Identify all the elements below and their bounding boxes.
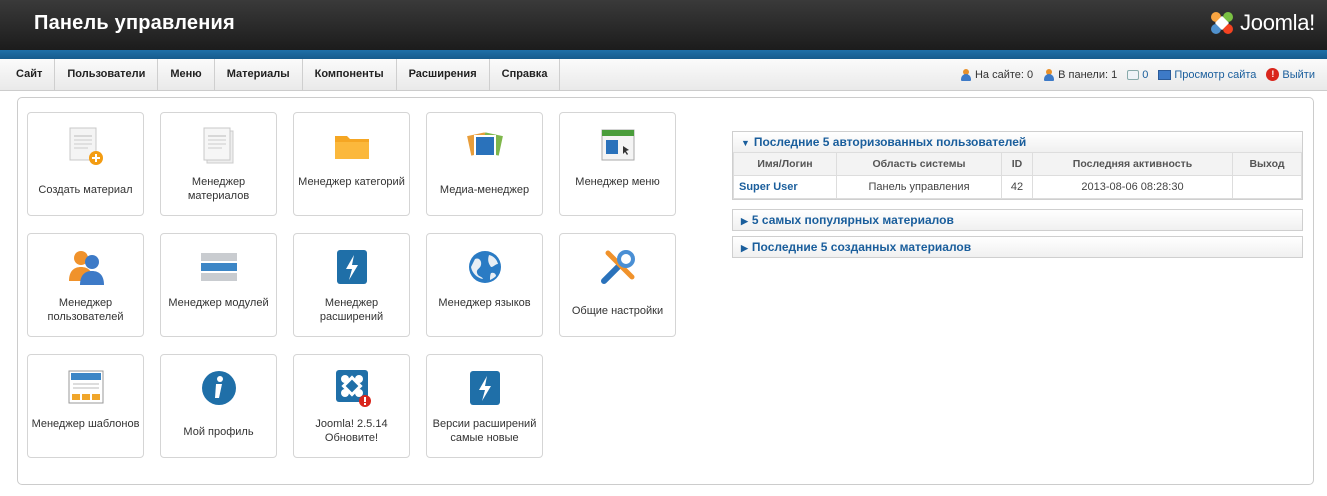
tile-article-manager[interactable]: Менеджер материалов <box>160 112 277 216</box>
triangle-down-icon: ▼ <box>741 138 750 148</box>
message-icon <box>1127 69 1140 80</box>
tile-media-manager[interactable]: Медиа-менеджер <box>426 112 543 216</box>
tile-module-manager[interactable]: Менеджер модулей <box>160 233 277 337</box>
menu-item-content[interactable]: Материалы <box>215 59 303 90</box>
user-last-activity: 2013-08-06 08:28:30 <box>1032 175 1233 199</box>
menu-item-help[interactable]: Справка <box>490 59 561 90</box>
table-row: Super User Панель управления 42 2013-08-… <box>733 175 1302 199</box>
tools-icon <box>601 250 635 284</box>
on-site-status: На сайте: 0 <box>960 68 1034 81</box>
tile-template-manager[interactable]: Менеджер шаблонов <box>27 354 144 458</box>
tile-extension-manager[interactable]: Менеджер расширений <box>293 233 410 337</box>
column-header: Имя/Логин <box>733 152 837 176</box>
panel-logged-users: ▼ Последние 5 авторизованных пользователе… <box>732 131 1303 200</box>
messages-count: 0 <box>1142 68 1149 81</box>
modules-icon <box>201 253 237 281</box>
on-site-text: На сайте: 0 <box>974 68 1034 81</box>
in-panel-text: В панели: 1 <box>1058 68 1118 81</box>
tile-label: Мой профиль <box>183 426 254 438</box>
joomla-logo: Joomla! <box>1208 9 1315 37</box>
panel-header-logged-users[interactable]: ▼ Последние 5 авторизованных пользователе… <box>733 132 1302 152</box>
header: Панель управления Joomla! <box>0 0 1327 50</box>
menu-item-extensions[interactable]: Расширения <box>397 59 490 90</box>
column-header: ID <box>1001 152 1033 176</box>
globe-icon <box>469 251 501 283</box>
user-name-link[interactable]: Super User <box>733 175 837 199</box>
in-panel-status: В панели: 1 <box>1043 68 1118 81</box>
tile-label: Версии расширений самые новые <box>432 418 537 444</box>
view-site-text: Просмотр сайта <box>1174 68 1257 81</box>
triangle-right-icon: ▶ <box>741 216 748 226</box>
tile-label: Менеджер пользователей <box>47 297 124 323</box>
panel-popular: ▶ 5 самых популярных материалов <box>732 209 1303 231</box>
tile-label: Менеджер модулей <box>168 297 269 309</box>
tile-menu-manager[interactable]: Менеджер меню <box>559 112 676 216</box>
menu-item-components[interactable]: Компоненты <box>303 59 397 90</box>
user-icon <box>1043 68 1055 81</box>
panel-latest: ▶ Последние 5 созданных материалов <box>732 236 1303 258</box>
user-area: Панель управления <box>836 175 1002 199</box>
extensions-icon <box>337 250 367 284</box>
user-icon <box>960 68 972 81</box>
panel-header-popular[interactable]: ▶ 5 самых популярных материалов <box>733 210 1302 230</box>
status-bar: На сайте: 0 В панели: 1 0 Просмотр сайта… <box>960 59 1315 90</box>
tile-user-manager[interactable]: Менеджер пользователей <box>27 233 144 337</box>
main-menu: Сайт Пользователи Меню Материалы Компоне… <box>4 59 561 90</box>
menu-item-users[interactable]: Пользователи <box>55 59 159 90</box>
media-icon <box>467 132 503 157</box>
menu-bar: Сайт Пользователи Меню Материалы Компоне… <box>0 59 1327 91</box>
folder-icon <box>335 136 369 159</box>
tile-label: Joomla! 2.5.14 Обновите! <box>315 418 388 444</box>
new-article-icon <box>69 127 103 165</box>
tile-label: Менеджер меню <box>575 176 660 188</box>
control-panel: Создать материал Менеджер материалов Мен… <box>17 97 1314 485</box>
header-band <box>0 50 1327 59</box>
tile-joomla-update[interactable]: Joomla! 2.5.14 Обновите! <box>293 354 410 458</box>
joomla-logo-icon <box>1211 12 1234 34</box>
logged-users-table: Имя/Логин Область системы ID Последняя а… <box>733 152 1302 199</box>
tile-extension-update[interactable]: Версии расширений самые новые <box>426 354 543 458</box>
menu-item-menus[interactable]: Меню <box>158 59 215 90</box>
article-manager-icon <box>203 127 234 164</box>
logout-icon: ! <box>1266 68 1280 81</box>
column-header: Область системы <box>836 152 1002 176</box>
tile-label: Менеджер шаблонов <box>31 418 140 430</box>
menu-item-site[interactable]: Сайт <box>4 59 56 90</box>
tile-label: Менеджер материалов <box>187 176 250 202</box>
tile-my-profile[interactable]: Мой профиль <box>160 354 277 458</box>
table-header-row: Имя/Логин Область системы ID Последняя а… <box>733 152 1302 176</box>
user-id: 42 <box>1001 175 1033 199</box>
logo-text: Joomla! <box>1240 10 1315 35</box>
menu-manager-icon <box>601 129 635 161</box>
tile-language-manager[interactable]: Менеджер языков <box>426 233 543 337</box>
triangle-right-icon: ▶ <box>741 243 748 253</box>
view-site-link[interactable]: Просмотр сайта <box>1158 69 1256 81</box>
logout-text: Выйти <box>1282 68 1315 81</box>
column-header: Выход <box>1232 152 1302 176</box>
tile-label: Менеджер категорий <box>298 176 405 188</box>
users-icon <box>69 251 104 285</box>
tile-global-config[interactable]: Общие настройки <box>559 233 676 337</box>
joomla-update-icon <box>336 370 371 407</box>
user-logout <box>1232 175 1302 199</box>
logout-link[interactable]: ! Выйти <box>1266 68 1315 81</box>
column-header: Последняя активность <box>1032 152 1233 176</box>
tile-label: Менеджер языков <box>438 297 531 309</box>
page-title: Панель управления <box>34 12 235 34</box>
tile-label: Общие настройки <box>571 305 664 317</box>
tile-label: Создать материал <box>38 184 133 196</box>
panel-title: Последние 5 авторизованных пользователей <box>753 135 1027 149</box>
messages-link[interactable]: 0 <box>1127 69 1148 81</box>
panel-title: Последние 5 созданных материалов <box>751 240 972 254</box>
template-icon <box>68 370 104 404</box>
tile-new-article[interactable]: Создать материал <box>27 112 144 216</box>
panel-header-latest[interactable]: ▶ Последние 5 созданных материалов <box>733 237 1302 257</box>
extension-update-icon <box>470 371 500 405</box>
monitor-icon <box>1158 69 1172 80</box>
info-icon <box>202 371 236 405</box>
tile-label: Менеджер расширений <box>319 297 384 323</box>
tile-category-manager[interactable]: Менеджер категорий <box>293 112 410 216</box>
tile-label: Медиа-менеджер <box>439 184 530 196</box>
panel-title: 5 самых популярных материалов <box>751 213 954 227</box>
